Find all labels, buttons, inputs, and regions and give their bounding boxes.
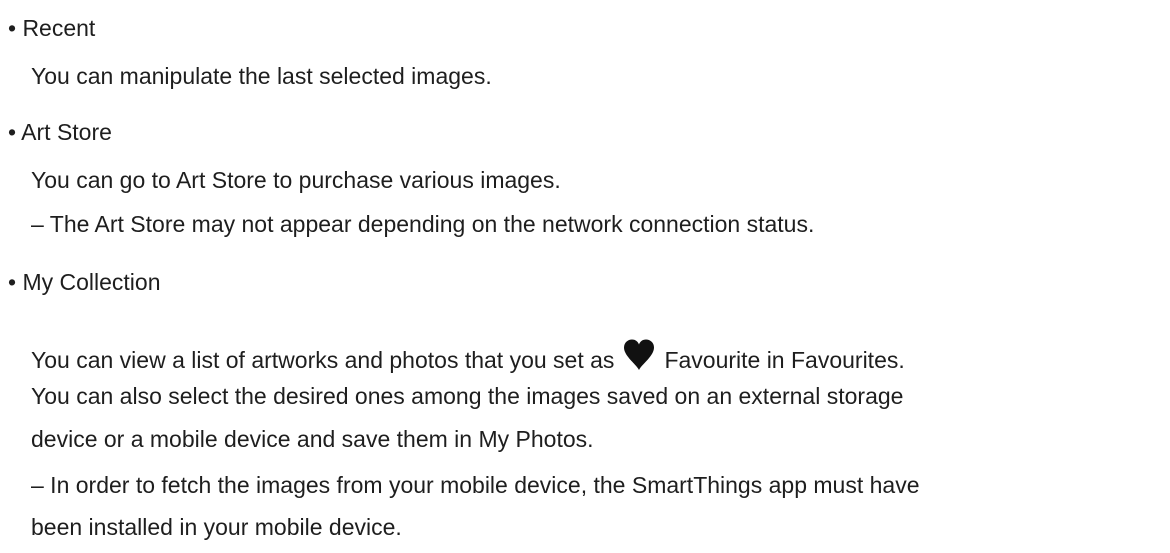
- heart-icon: [622, 338, 656, 378]
- section-note: been installed in your mobile device.: [31, 514, 402, 540]
- document-page: • Recent You can manipulate the last sel…: [0, 0, 1170, 553]
- section-text: You can also select the desired ones amo…: [31, 383, 904, 409]
- section-note: – The Art Store may not appear depending…: [31, 211, 815, 237]
- section-heading-my-collection: • My Collection: [8, 269, 161, 295]
- section-note: – In order to fetch the images from your…: [31, 472, 920, 498]
- text-after-icon: Favourite in Favourites.: [664, 347, 905, 373]
- section-text-with-icon: You can view a list of artworks and phot…: [31, 338, 905, 378]
- text-before-icon: You can view a list of artworks and phot…: [31, 347, 615, 373]
- section-text: You can manipulate the last selected ima…: [31, 63, 492, 89]
- section-text: You can go to Art Store to purchase vari…: [31, 167, 561, 193]
- section-heading-art-store: • Art Store: [8, 119, 112, 145]
- section-heading-recent: • Recent: [8, 15, 96, 41]
- section-text: device or a mobile device and save them …: [31, 426, 594, 452]
